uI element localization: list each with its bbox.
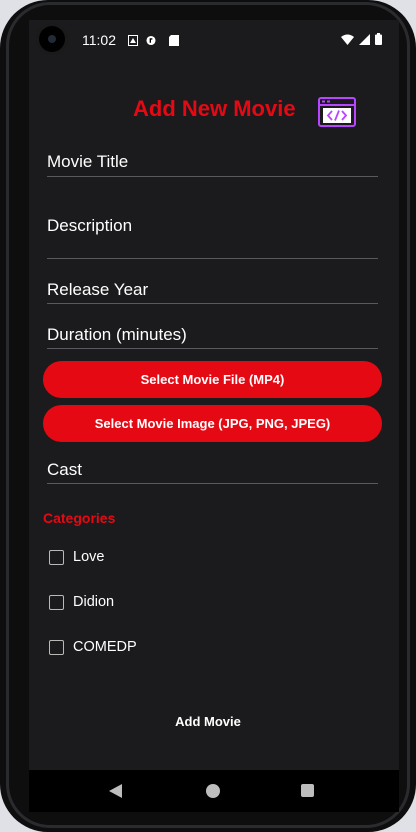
notification-app-icon <box>146 35 156 46</box>
battery-icon <box>375 33 382 45</box>
front-camera <box>39 26 65 52</box>
notification-image-icon <box>128 35 138 46</box>
home-icon[interactable] <box>206 784 220 798</box>
checkbox[interactable] <box>49 549 64 565</box>
wifi-icon <box>341 34 354 45</box>
cell-signal-icon <box>359 33 370 45</box>
duration-placeholder: Duration (minutes) <box>47 325 187 344</box>
duration-field[interactable]: Duration (minutes) <box>47 321 378 349</box>
release-year-placeholder: Release Year <box>47 280 149 299</box>
checkbox[interactable] <box>49 594 64 610</box>
add-movie-button[interactable]: Add Movie <box>0 714 416 729</box>
category-label: Love <box>73 549 105 565</box>
release-year-field[interactable]: Release Year <box>47 276 378 304</box>
category-love-row[interactable]: Love <box>49 547 104 567</box>
select-movie-image-button[interactable]: Select Movie Image (JPG, PNG, JPEG) <box>43 405 382 442</box>
status-bar: 11:02 <box>82 31 382 51</box>
categories-label: Categories <box>43 510 116 526</box>
checkbox[interactable] <box>49 639 64 655</box>
code-window-icon <box>318 97 356 127</box>
page-title: Add New Movie <box>133 96 296 121</box>
category-label: COMEDP <box>73 639 137 655</box>
select-movie-file-button[interactable]: Select Movie File (MP4) <box>43 361 382 398</box>
movie-title-field[interactable]: Movie Title <box>47 148 378 177</box>
sd-card-icon <box>169 35 179 46</box>
description-field[interactable]: Description <box>47 212 378 259</box>
status-time: 11:02 <box>82 32 116 48</box>
recents-icon[interactable] <box>301 784 314 797</box>
cast-placeholder: Cast <box>47 460 82 479</box>
description-placeholder: Description <box>47 216 133 235</box>
system-nav-bar <box>29 770 399 812</box>
back-icon[interactable] <box>109 784 122 798</box>
category-didion-row[interactable]: Didion <box>49 592 114 612</box>
category-comedp-row[interactable]: COMEDP <box>49 637 137 657</box>
movie-title-placeholder: Movie Title <box>47 152 129 171</box>
cast-field[interactable]: Cast <box>47 456 378 484</box>
category-label: Didion <box>73 594 115 610</box>
